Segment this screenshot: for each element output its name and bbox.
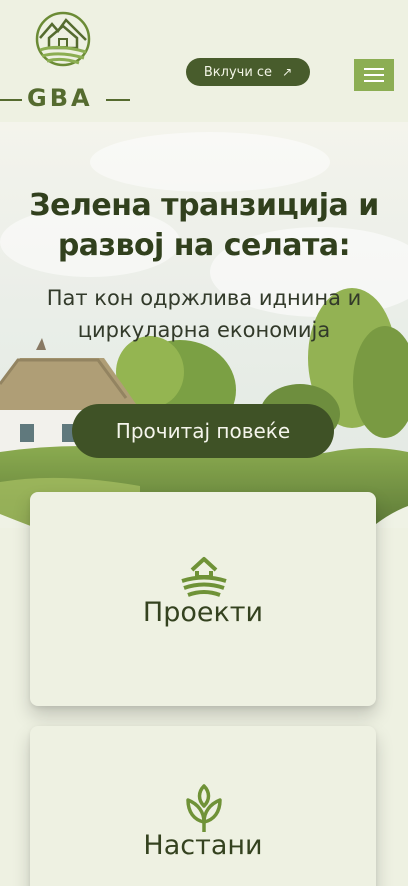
card-events-label: Настани [143, 830, 263, 861]
hamburger-icon-line [364, 74, 384, 76]
sprout-leaf-icon [186, 784, 222, 832]
hero-subtitle-line-1: Пат кон одржлива иднина и [46, 286, 362, 310]
hamburger-icon [364, 68, 384, 70]
hero-subtitle-line-2: циркуларна економија [77, 318, 331, 342]
hamburger-icon-line [364, 80, 384, 82]
menu-button[interactable] [354, 59, 394, 91]
gba-logo[interactable]: GBA [0, 8, 130, 112]
hero-title: Зелена транзиција и развој на селата: [0, 186, 408, 266]
hero-title-line-2: развој на селата: [57, 228, 351, 263]
read-more-button[interactable]: Прочитај повеќе [72, 404, 334, 458]
card-events[interactable]: Настани [30, 726, 376, 886]
arrow-up-right-icon: ↗ [282, 65, 293, 79]
logo-divider-right [106, 99, 130, 101]
logo-divider-left [0, 99, 22, 101]
logo-wordmark: GBA [27, 84, 93, 112]
hero-subtitle: Пат кон одржлива иднина и циркуларна еко… [0, 282, 408, 346]
house-mountain-logo-icon [35, 11, 91, 67]
join-button-label: Вклучи се [203, 64, 273, 80]
farm-field-icon [181, 557, 227, 597]
join-button[interactable]: Вклучи се ↗ [186, 58, 310, 86]
card-projects-label: Проекти [142, 597, 264, 628]
card-projects[interactable]: Проекти [30, 492, 376, 706]
hero-section: Зелена транзиција и развој на селата: Па… [0, 122, 408, 528]
hero-title-line-1: Зелена транзиција и [29, 188, 379, 223]
site-header: GBA Вклучи се ↗ [0, 0, 408, 122]
